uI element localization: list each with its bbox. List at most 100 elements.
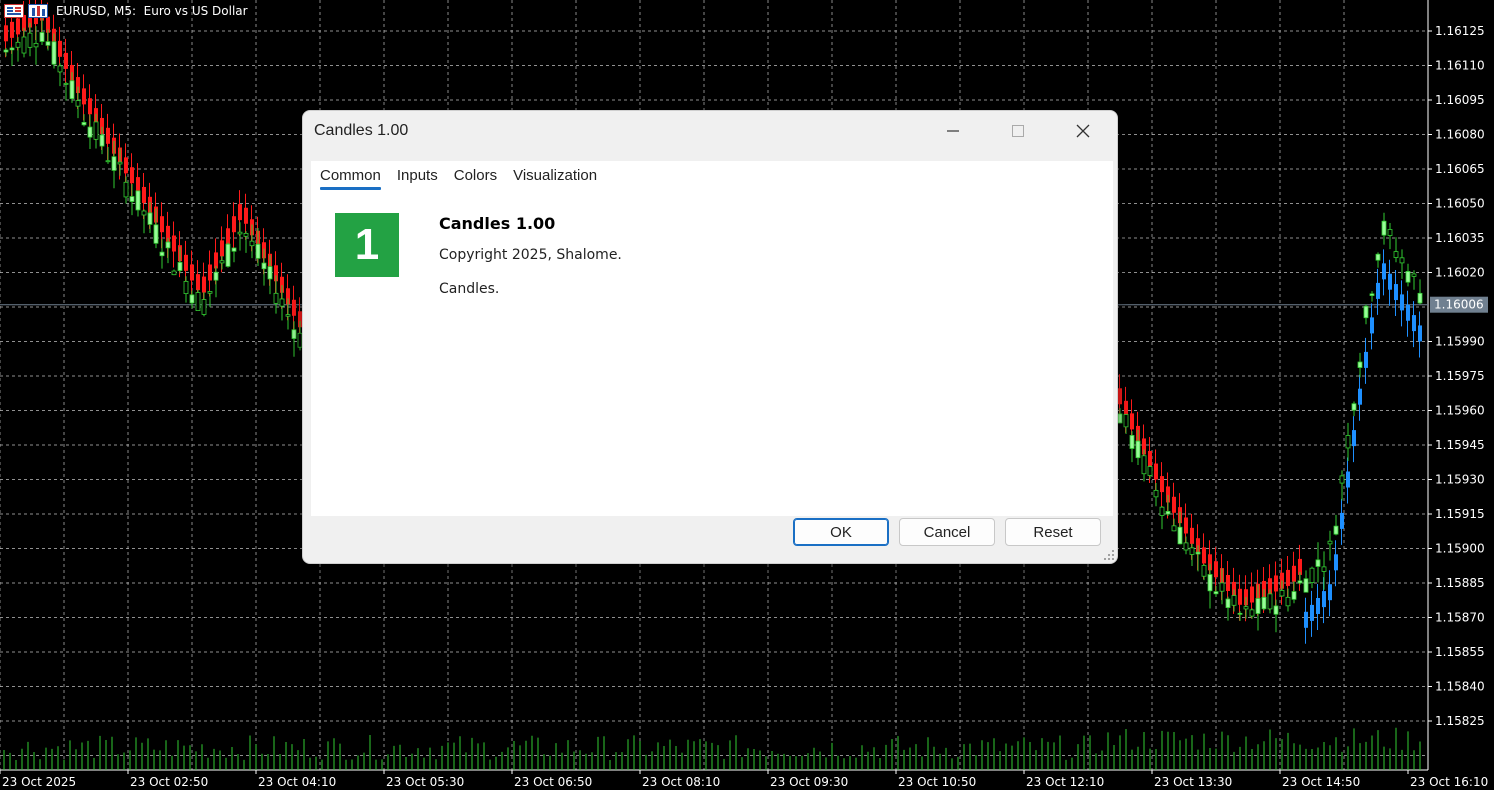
reset-button[interactable]: Reset bbox=[1005, 518, 1101, 546]
band-body bbox=[1118, 388, 1122, 405]
candle-body bbox=[1129, 435, 1135, 449]
band-body bbox=[10, 21, 14, 38]
candle-body bbox=[1159, 506, 1165, 516]
candle-body bbox=[1393, 251, 1399, 258]
candle-body bbox=[33, 42, 39, 48]
band-body bbox=[1322, 591, 1326, 608]
candle-body bbox=[75, 100, 81, 107]
close-button[interactable] bbox=[1053, 111, 1113, 151]
candle-body bbox=[1123, 414, 1129, 428]
candle-body bbox=[39, 32, 45, 42]
indicator-dialog: Candles 1.00 Common Inputs Colors Visual… bbox=[302, 110, 1118, 564]
band-body bbox=[202, 276, 206, 293]
time-label: 23 Oct 13:30 bbox=[1154, 775, 1232, 789]
candle-body bbox=[69, 80, 75, 99]
candle-body bbox=[213, 271, 219, 281]
band-body bbox=[1382, 263, 1386, 280]
band-body bbox=[1376, 282, 1380, 299]
candle-body bbox=[1189, 547, 1195, 555]
candle-body bbox=[195, 292, 201, 311]
candle-body bbox=[1243, 606, 1249, 610]
tab-inputs[interactable]: Inputs bbox=[397, 161, 438, 189]
candle-body bbox=[57, 65, 63, 73]
candle-body bbox=[129, 196, 135, 202]
tab-colors[interactable]: Colors bbox=[454, 161, 497, 189]
band-body bbox=[196, 274, 200, 291]
candle-body bbox=[165, 241, 171, 249]
band-body bbox=[1238, 588, 1242, 605]
candle-body bbox=[1249, 609, 1255, 617]
band-body bbox=[1394, 284, 1398, 301]
dialog-titlebar[interactable]: Candles 1.00 bbox=[303, 111, 1117, 151]
candle-body bbox=[1285, 596, 1291, 607]
price-label: 1.15870 bbox=[1435, 611, 1485, 625]
price-label: 1.15945 bbox=[1435, 438, 1485, 452]
candle-body bbox=[27, 32, 33, 48]
candle-body bbox=[207, 291, 213, 294]
time-label: 23 Oct 05:30 bbox=[386, 775, 464, 789]
candle-body bbox=[147, 212, 153, 225]
candle-body bbox=[105, 160, 111, 163]
band-body bbox=[232, 216, 236, 233]
maximize-button[interactable] bbox=[988, 111, 1048, 151]
price-label: 1.15990 bbox=[1435, 335, 1485, 349]
band-body bbox=[190, 264, 194, 281]
band-body bbox=[82, 88, 86, 105]
candle-body bbox=[1321, 566, 1327, 572]
candle-body bbox=[1291, 591, 1297, 600]
candle-body bbox=[1375, 253, 1381, 261]
candle-body bbox=[1309, 567, 1315, 583]
candle-body bbox=[249, 240, 255, 247]
candle-body bbox=[1381, 220, 1387, 236]
chart-title-bar: EURUSD, M5: Euro vs US Dollar bbox=[0, 0, 248, 22]
chart-symbol-title: EURUSD, M5: Euro vs US Dollar bbox=[56, 4, 248, 18]
tab-common[interactable]: Common bbox=[320, 161, 381, 190]
candle-body bbox=[9, 47, 15, 51]
ok-button[interactable]: OK bbox=[793, 518, 889, 546]
band-body bbox=[106, 127, 110, 144]
band-body bbox=[1226, 575, 1230, 591]
band-body bbox=[1334, 554, 1338, 571]
resize-grip-icon[interactable] bbox=[1103, 549, 1115, 561]
band-body bbox=[1412, 315, 1416, 332]
candle-body bbox=[1357, 361, 1363, 368]
candle-body bbox=[123, 181, 129, 198]
candle-body bbox=[1411, 273, 1417, 277]
candle-body bbox=[1225, 598, 1231, 608]
candle-body bbox=[1303, 578, 1309, 593]
time-label: 23 Oct 02:50 bbox=[130, 775, 208, 789]
candle-body bbox=[21, 36, 27, 54]
tab-visualization[interactable]: Visualization bbox=[513, 161, 597, 189]
band-body bbox=[64, 52, 68, 69]
candle-body bbox=[1339, 475, 1345, 484]
candle-body bbox=[1177, 526, 1183, 545]
cancel-button[interactable]: Cancel bbox=[899, 518, 995, 546]
candle-body bbox=[171, 270, 177, 276]
candle-body bbox=[99, 134, 105, 147]
band-body bbox=[1310, 604, 1314, 621]
band-body bbox=[220, 240, 224, 257]
band-body bbox=[1172, 496, 1176, 513]
candle-body bbox=[1171, 525, 1177, 532]
price-label: 1.16095 bbox=[1435, 93, 1485, 107]
minimize-button[interactable] bbox=[923, 111, 983, 151]
candle-body bbox=[51, 41, 57, 65]
candle-body bbox=[261, 262, 267, 270]
candle-body bbox=[1255, 598, 1261, 614]
candle-body bbox=[1183, 542, 1189, 551]
indicator-logo: 1 bbox=[335, 213, 399, 277]
indicator-icon[interactable] bbox=[28, 3, 48, 19]
candle-body bbox=[1351, 403, 1357, 411]
candle-body bbox=[117, 161, 123, 165]
candle-body bbox=[1213, 591, 1219, 595]
candle-body bbox=[285, 314, 291, 317]
band-body bbox=[208, 264, 212, 281]
candle-body bbox=[135, 190, 141, 211]
candle-body bbox=[1387, 229, 1393, 236]
price-label: 1.15930 bbox=[1435, 473, 1485, 487]
band-body bbox=[172, 235, 176, 252]
time-label: 23 Oct 08:10 bbox=[642, 775, 720, 789]
chart-symbol-icon[interactable] bbox=[4, 3, 24, 19]
current-price-label: 1.16006 bbox=[1434, 298, 1484, 312]
band-body bbox=[226, 228, 230, 245]
